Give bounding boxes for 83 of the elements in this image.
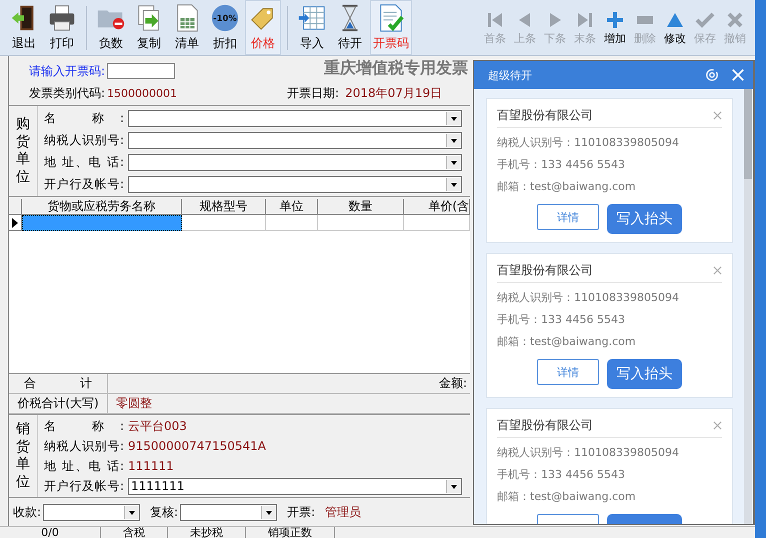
status-text: 0/0 (0, 527, 101, 538)
table-cell[interactable] (22, 215, 182, 231)
toolbar-button[interactable]: 待开 (332, 0, 368, 55)
print-icon (47, 3, 77, 33)
field-label: 名 称: (44, 418, 124, 434)
tax-id-text: 纳税人识别号：110108339805094 (497, 445, 680, 461)
write-header-button[interactable]: 写入抬头 (607, 204, 682, 234)
column-header: 单价(含 (404, 199, 470, 215)
dropdown-field[interactable] (128, 110, 462, 126)
code-prompt-label: 请输入开票码: (29, 62, 106, 80)
company-name: 百望股份有限公司 (497, 106, 593, 124)
field-label: 纳税人识别号: (44, 132, 124, 148)
status-text: 含税 (101, 527, 168, 538)
field-label: 地 址、电 话: (44, 154, 124, 170)
field-value: 91500000747150541A (128, 439, 266, 453)
discount-icon: -10% (210, 3, 240, 33)
company-name: 百望股份有限公司 (497, 262, 593, 278)
date-label: 开票日期: (287, 84, 340, 102)
panel-title: 超级待开 (488, 68, 533, 82)
column-header: 单位 (266, 199, 318, 215)
total-in-words-value: 零圆整 (116, 395, 152, 412)
phone-text: 手机号：133 4456 5543 (497, 467, 626, 483)
toolbar-button[interactable]: 开票码 (370, 0, 412, 55)
dropdown-field[interactable] (43, 504, 140, 520)
refresh-icon[interactable] (705, 68, 719, 82)
close-icon[interactable] (713, 420, 722, 430)
invoice-title: 重庆增值税专用发票 (324, 58, 468, 79)
close-icon[interactable] (713, 110, 722, 120)
write-header-button[interactable]: 写入抬头 (607, 359, 682, 389)
field-label: 纳税人识别号: (44, 438, 124, 454)
toolbar-button[interactable]: 导入 (294, 0, 330, 55)
category-code-value: 1500000001 (107, 86, 178, 100)
toolbar-button[interactable]: 退出 (6, 0, 42, 55)
field-label: 收款: (13, 504, 42, 520)
add-icon (605, 10, 625, 30)
dropdown-field[interactable] (180, 504, 278, 520)
save-icon (695, 10, 715, 30)
toolbar-button[interactable]: 修改 (661, 10, 689, 46)
company-name: 百望股份有限公司 (497, 416, 593, 434)
close-icon[interactable] (713, 266, 722, 274)
dropdown-field[interactable] (128, 176, 462, 192)
dropdown-field[interactable]: 1111111 (128, 478, 462, 494)
amount-label: 金额: (438, 375, 467, 392)
date-value: 2018年07月19日 (345, 84, 442, 102)
field-value: 管理员 (325, 504, 362, 520)
dropdown-field[interactable] (128, 154, 462, 170)
email-text: 邮箱：test@baiwang.com (497, 334, 637, 350)
total-label: 价税合计(大写) (9, 394, 108, 413)
details-button[interactable]: 详情 (537, 204, 599, 230)
sum-label: 合 计 (9, 374, 108, 393)
category-code-label: 发票类别代码: (29, 84, 106, 102)
toolbar-button[interactable]: -10% 折扣 (207, 0, 243, 55)
dropdown-field[interactable] (128, 132, 462, 148)
status-text: 未抄税 (168, 527, 246, 538)
status-text: 销项正数 (246, 527, 335, 538)
section-label: 销货单位 (9, 415, 38, 497)
tax-id-text: 纳税人识别号：110108339805094 (497, 290, 680, 306)
toolbar-button[interactable]: 负数 (93, 0, 129, 55)
field-label: 开户行及帐号: (44, 176, 124, 192)
toolbar-button[interactable]: 复制 (131, 0, 167, 55)
field-label: 地 址、电 话: (44, 458, 124, 474)
field-label: 开户行及帐号: (44, 478, 124, 494)
email-text: 邮箱：test@baiwang.com (497, 179, 637, 195)
field-value: 云平台003 (128, 418, 187, 434)
toolbar-button[interactable]: 价格 (245, 0, 281, 55)
cancel-icon (725, 10, 745, 30)
toolbar-button[interactable]: 清单 (169, 0, 205, 55)
column-header: 规格型号 (182, 199, 266, 215)
field-label: 复核: (150, 504, 178, 520)
email-text: 邮箱：test@baiwang.com (497, 489, 637, 505)
column-header: 数量 (318, 199, 404, 215)
scrollbar[interactable] (744, 89, 752, 524)
section-label: 购货单位 (9, 106, 38, 196)
phone-text: 手机号：133 4456 5543 (497, 312, 626, 328)
details-button[interactable]: 详情 (537, 359, 599, 385)
phone-text: 手机号：133 4456 5543 (497, 157, 626, 173)
toolbar-button[interactable]: 增加 (601, 10, 629, 46)
tax-id-text: 纳税人识别号：110108339805094 (497, 135, 680, 151)
field-label: 开票: (287, 504, 316, 520)
toolbar-button[interactable]: 打印 (44, 0, 80, 55)
invoice-code-input[interactable] (107, 63, 176, 79)
field-label: 名 称: (44, 110, 124, 126)
field-value: 111111 (128, 459, 174, 473)
